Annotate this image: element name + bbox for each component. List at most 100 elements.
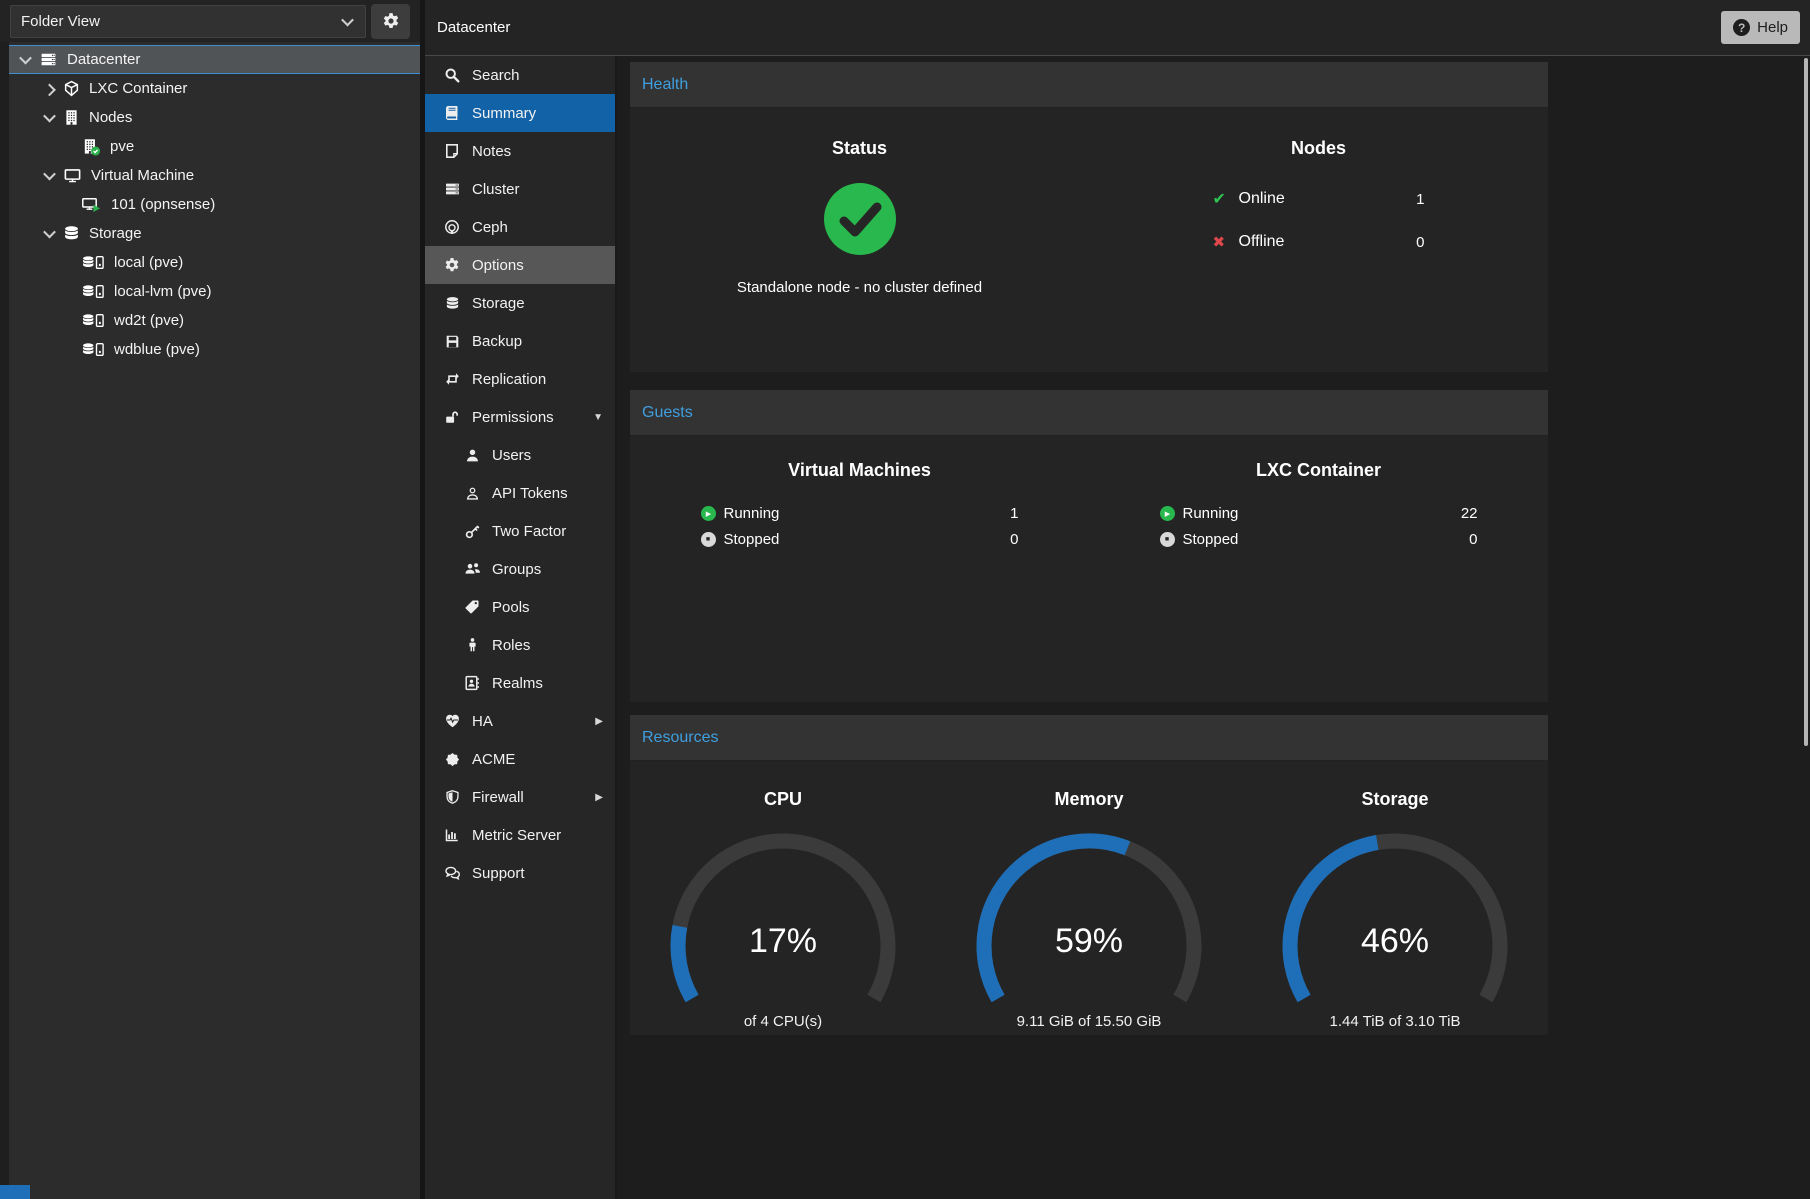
- building-online-icon: [81, 138, 101, 156]
- menu-item-acme[interactable]: ACME: [425, 740, 615, 778]
- tree-item-storage[interactable]: Storage: [9, 219, 420, 248]
- tree-settings-button[interactable]: [371, 4, 410, 39]
- offline-value: 0: [1416, 234, 1424, 251]
- tree-item-storage-wd2t[interactable]: wd2t (pve): [9, 306, 420, 335]
- cluster-status-column: Status Standalone node - no cluster defi…: [630, 108, 1089, 372]
- vm-stopped-value: 0: [1010, 531, 1018, 548]
- tree-item-pve[interactable]: pve: [9, 132, 420, 161]
- status-message: Standalone node - no cluster defined: [737, 279, 982, 296]
- menu-item-metric-server[interactable]: Metric Server: [425, 816, 615, 854]
- menu-item-label: Cluster: [472, 181, 520, 198]
- menu-item-search[interactable]: Search: [425, 56, 615, 94]
- chevron-right-icon: [41, 84, 57, 93]
- health-section-header: Health: [630, 62, 1548, 108]
- health-section: Health Status Standalone node - no clust…: [630, 62, 1548, 372]
- storage-heading: Storage: [1361, 789, 1428, 810]
- menu-item-label: Users: [492, 447, 531, 464]
- vm-running-row: ▶ Running 1: [701, 505, 1019, 522]
- chevron-down-icon: [41, 171, 57, 180]
- menu-item-groups[interactable]: Groups: [425, 550, 615, 588]
- cpu-heading: CPU: [764, 789, 802, 810]
- menu-item-ha[interactable]: HA▶: [425, 702, 615, 740]
- tree-item-storage-local-lvm[interactable]: local-lvm (pve): [9, 277, 420, 306]
- menu-item-pools[interactable]: Pools: [425, 588, 615, 626]
- view-mode-select[interactable]: Folder View: [10, 5, 366, 38]
- menu-item-users[interactable]: Users: [425, 436, 615, 474]
- tree-item-lxc-container[interactable]: LXC Container: [9, 74, 420, 103]
- content-header-bar: Datacenter ? Help: [425, 0, 1810, 56]
- menu-item-storage[interactable]: Storage: [425, 284, 615, 322]
- caret-down-icon: ▼: [593, 412, 603, 423]
- storage-gauge-column: Storage 46% 1.44 TiB of 3.10 TiB: [1242, 761, 1548, 1035]
- resource-tree: Datacenter LXC Container Nodes pve Virtu…: [9, 45, 420, 364]
- tree-item-label: wd2t (pve): [114, 312, 184, 329]
- server-icon: [39, 51, 58, 68]
- menu-item-label: ACME: [472, 751, 515, 768]
- tree-item-label: Virtual Machine: [91, 167, 194, 184]
- menu-item-roles[interactable]: Roles: [425, 626, 615, 664]
- menu-item-support[interactable]: Support: [425, 854, 615, 892]
- section-menu: Search Summary Notes Cluster Ceph Option…: [425, 56, 617, 1199]
- menu-item-two-factor[interactable]: Two Factor: [425, 512, 615, 550]
- menu-item-label: Pools: [492, 599, 530, 616]
- vertical-scrollbar-thumb[interactable]: [1804, 58, 1808, 746]
- cpu-percent: 17%: [658, 922, 908, 961]
- note-icon: [442, 143, 462, 160]
- bottom-left-accent: [0, 1185, 30, 1199]
- tree-item-virtual-machine[interactable]: Virtual Machine: [9, 161, 420, 190]
- chevron-down-icon: [41, 229, 57, 238]
- tree-item-label: local-lvm (pve): [114, 283, 212, 300]
- stop-circle-icon: ■: [1160, 532, 1175, 547]
- monitor-icon: [63, 167, 82, 184]
- guests-section-header: Guests: [630, 390, 1548, 436]
- lxc-container-column: LXC Container ▶ Running 22 ■ Stopped 0: [1089, 436, 1548, 702]
- virtual-machines-column: Virtual Machines ▶ Running 1 ■ Stopped 0: [630, 436, 1089, 702]
- nodes-online-row: ✔ Online 1: [1213, 189, 1425, 209]
- shield-icon: [442, 789, 462, 806]
- cube-icon: [63, 80, 80, 97]
- tree-item-label: Datacenter: [67, 51, 140, 68]
- menu-item-permissions[interactable]: Permissions▼: [425, 398, 615, 436]
- status-ok-icon: [824, 183, 896, 255]
- help-button[interactable]: ? Help: [1721, 11, 1800, 44]
- memory-percent: 59%: [964, 922, 1214, 961]
- chevron-down-icon: [17, 55, 33, 64]
- floppy-icon: [442, 333, 462, 350]
- building-icon: [63, 109, 80, 126]
- guests-section-body: Virtual Machines ▶ Running 1 ■ Stopped 0: [630, 436, 1548, 702]
- health-section-title: Health: [642, 76, 688, 94]
- menu-item-summary[interactable]: Summary: [425, 94, 615, 132]
- gear-icon: [382, 12, 400, 30]
- resource-tree-panel: Folder View Datacenter LXC Container Nod…: [0, 0, 420, 1199]
- monitor-running-icon: [81, 196, 102, 213]
- menu-item-firewall[interactable]: Firewall▶: [425, 778, 615, 816]
- online-label: Online: [1239, 190, 1285, 208]
- check-icon: ✔: [1213, 189, 1231, 209]
- tree-item-nodes[interactable]: Nodes: [9, 103, 420, 132]
- bar-chart-icon: [442, 827, 462, 844]
- online-value: 1: [1416, 191, 1424, 208]
- lxc-stopped-row: ■ Stopped 0: [1160, 531, 1478, 548]
- tree-item-vm-101[interactable]: 101 (opnsense): [9, 190, 420, 219]
- tree-item-datacenter[interactable]: Datacenter: [9, 45, 420, 74]
- tree-item-storage-local[interactable]: local (pve): [9, 248, 420, 277]
- cpu-gauge-column: CPU 17% of 4 CPU(s): [630, 761, 936, 1035]
- resources-section-header: Resources: [630, 715, 1548, 761]
- caret-right-icon: ▶: [595, 716, 603, 727]
- caret-right-icon: ▶: [595, 792, 603, 803]
- menu-item-replication[interactable]: Replication: [425, 360, 615, 398]
- menu-item-label: Summary: [472, 105, 536, 122]
- menu-item-ceph[interactable]: Ceph: [425, 208, 615, 246]
- vm-heading: Virtual Machines: [788, 460, 931, 481]
- tree-item-label: pve: [110, 138, 134, 155]
- storage-gauge: 46%: [1270, 826, 1520, 1011]
- menu-item-realms[interactable]: Realms: [425, 664, 615, 702]
- memory-detail: 9.11 GiB of 15.50 GiB: [1017, 1013, 1162, 1030]
- menu-item-cluster[interactable]: Cluster: [425, 170, 615, 208]
- menu-item-api-tokens[interactable]: API Tokens: [425, 474, 615, 512]
- tree-item-storage-wdblue[interactable]: wdblue (pve): [9, 335, 420, 364]
- menu-item-notes[interactable]: Notes: [425, 132, 615, 170]
- storage-drive-icon: [81, 254, 105, 271]
- menu-item-options[interactable]: Options: [425, 246, 615, 284]
- menu-item-backup[interactable]: Backup: [425, 322, 615, 360]
